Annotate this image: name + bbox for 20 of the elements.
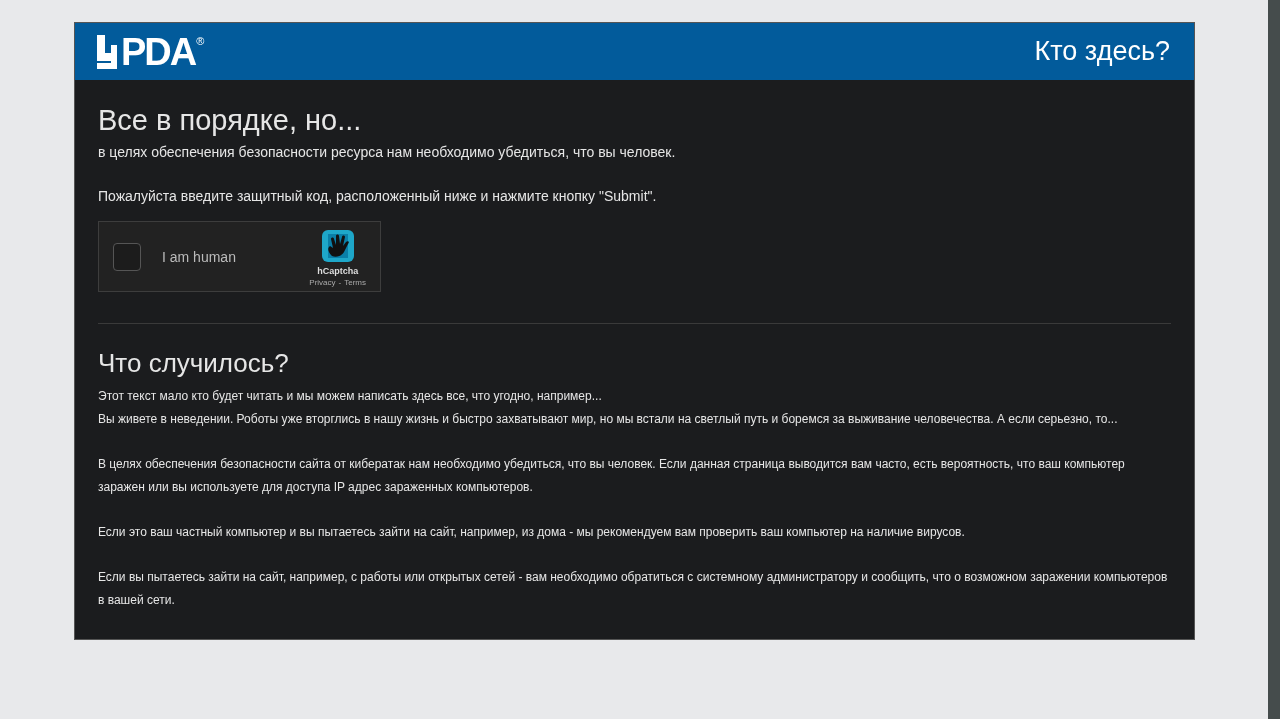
logo-mark-icon <box>97 34 117 69</box>
explanation-text: Этот текст мало кто будет читать и мы можем написать здесь все, что угодно, например... <box>98 388 603 405</box>
notice-heading: Все в порядке, но... <box>98 104 363 137</box>
captcha-brand: hCaptcha <box>317 266 359 276</box>
privacy-link[interactable]: Privacy <box>309 278 336 287</box>
captcha-checkbox[interactable] <box>113 242 141 271</box>
explanation-text: В целях обеспечения безопасности сайта от кибератак нам необходимо убедиться, что вы человек. Если данная страница выводится вам часто, есть вероятность, что ваш компьютер заражен или вы используете для доступа IP адрес зараженных компьютеров. <box>98 456 1126 496</box>
explanation-text: Вы живете в неведении. Роботы уже вторглись в нашу жизнь и быстро захватывают мир, но мы встали на светлый путь и боремся за выживание человечества. А если серьезно, то... <box>98 411 1119 428</box>
scrollbar[interactable] <box>1268 0 1280 719</box>
captcha-label: I am human <box>162 248 237 265</box>
logo-text: PDA <box>121 34 196 69</box>
notice-text: Пожалуйста введите защитный код, расположенный ниже и нажмите кнопку "Submit". <box>98 187 658 205</box>
explanation-heading: Что случилось? <box>98 348 290 379</box>
explanation-text: Если это ваш частный компьютер и вы пытаетесь зайти на сайт, например, из дома - мы рекомендуем вам проверить ваш компьютер на наличие вирусов. <box>98 524 966 541</box>
registered-mark: ® <box>196 34 205 47</box>
link-separator: - <box>338 278 342 287</box>
header-title: Кто здесь? <box>1034 36 1170 67</box>
terms-link[interactable]: Terms <box>344 278 366 287</box>
notice-text: в целях обеспечения безопасности ресурса нам необходимо убедиться, что вы человек. <box>98 143 677 161</box>
explanation-text: Если вы пытаетесь зайти на сайт, например, с работы или открытых сетей - вам необходимо обратиться с системному администратору и сообщить, что о возможном заражении компьютеров в вашей сети. <box>98 569 1169 609</box>
